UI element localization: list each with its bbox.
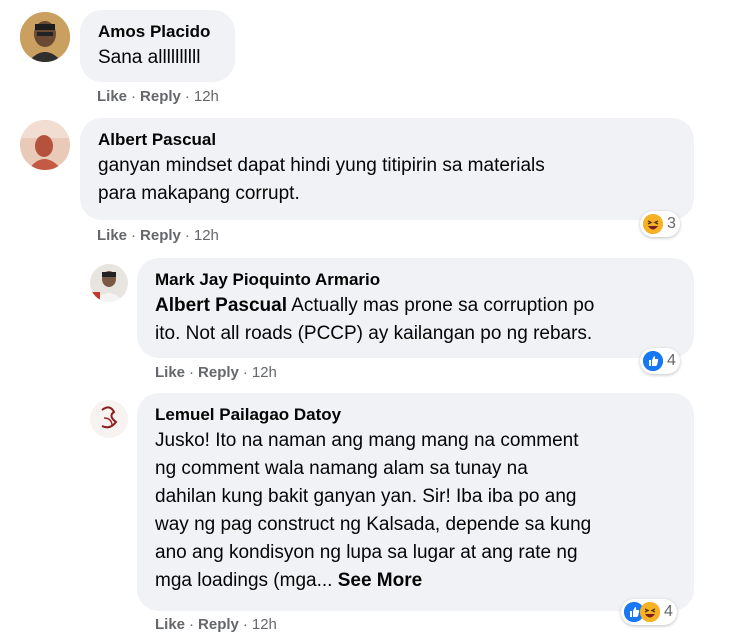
comment-timestamp[interactable]: 12h: [252, 364, 277, 381]
comment-author[interactable]: Mark Jay Pioquinto Armario: [155, 270, 678, 290]
comment-text: Sana allllllllll: [98, 47, 201, 68]
reply-button[interactable]: Reply: [140, 88, 181, 105]
comment-timestamp[interactable]: 12h: [194, 227, 219, 244]
comment-actions: Like · Reply · 12h: [97, 88, 219, 105]
avatar-amos-placido[interactable]: [20, 12, 70, 62]
reply-button[interactable]: Reply: [198, 616, 239, 633]
avatar-mark-jay-armario[interactable]: [90, 264, 128, 302]
comment-text-line: way ng pag construct ng Kalsada, depende…: [155, 514, 592, 535]
comment-timestamp[interactable]: 12h: [194, 88, 219, 105]
reaction-count: 4: [667, 352, 676, 369]
comment-bubble-mark-jay-armario: Mark Jay Pioquinto Armario Albert Pascua…: [137, 258, 694, 358]
comment-text-line: Albert Pascual Actually mas prone sa cor…: [155, 292, 678, 320]
reaction-summary[interactable]: 4: [621, 599, 677, 625]
like-icon: [643, 351, 663, 371]
comment-text-line: para makapang corrupt.: [98, 183, 300, 204]
reaction-count: 3: [667, 215, 676, 232]
comment-timestamp[interactable]: 12h: [252, 616, 277, 633]
like-button[interactable]: Like: [97, 227, 127, 244]
comment-author[interactable]: Amos Placido: [98, 22, 219, 42]
comment-bubble-amos-placido: Amos Placido Sana allllllllll: [80, 10, 235, 82]
haha-icon: [640, 602, 660, 622]
comment-bubble-lemuel-datoy: Lemuel Pailagao Datoy Jusko! Ito na nama…: [137, 393, 694, 611]
reaction-summary[interactable]: 4: [640, 348, 680, 374]
comment-author[interactable]: Albert Pascual: [98, 130, 678, 150]
reaction-count: 4: [664, 603, 673, 620]
comment-bubble-albert-pascual: Albert Pascual ganyan mindset dapat hind…: [80, 118, 694, 220]
avatar-albert-pascual[interactable]: [20, 120, 70, 170]
comment-text-line: Jusko! Ito na naman ang mang mang na com…: [155, 430, 579, 451]
comment-text-line: ito. Not all roads (PCCP) ay kailangan p…: [155, 323, 593, 344]
comment-text-line: dahilan kung bakit ganyan yan. Sir! Iba …: [155, 486, 577, 507]
like-button[interactable]: Like: [155, 616, 185, 633]
reply-button[interactable]: Reply: [140, 227, 181, 244]
comment-author[interactable]: Lemuel Pailagao Datoy: [155, 405, 678, 425]
mention-link[interactable]: Albert Pascual: [155, 295, 287, 316]
comment-text: Actually mas prone sa corruption po: [287, 295, 595, 316]
haha-icon: [643, 214, 663, 234]
comment-actions: Like · Reply · 12h: [97, 227, 219, 244]
reaction-summary[interactable]: 3: [640, 211, 680, 237]
comment-text-line: ano ang kondisyon ng lupa sa lugar at an…: [155, 542, 578, 563]
like-button[interactable]: Like: [97, 88, 127, 105]
comment-text: mga loadings (mga...: [155, 570, 338, 591]
comment-text-line: mga loadings (mga... See More: [155, 567, 678, 595]
comment-text-line: ng comment wala namang alam sa tunay na: [155, 458, 528, 479]
see-more-link[interactable]: See More: [338, 570, 422, 591]
like-button[interactable]: Like: [155, 364, 185, 381]
comment-actions: Like · Reply · 12h: [155, 364, 277, 381]
avatar-lemuel-datoy[interactable]: [90, 400, 128, 438]
reply-button[interactable]: Reply: [198, 364, 239, 381]
comment-actions: Like · Reply · 12h: [155, 616, 277, 633]
comment-text-line: ganyan mindset dapat hindi yung titipiri…: [98, 155, 545, 176]
